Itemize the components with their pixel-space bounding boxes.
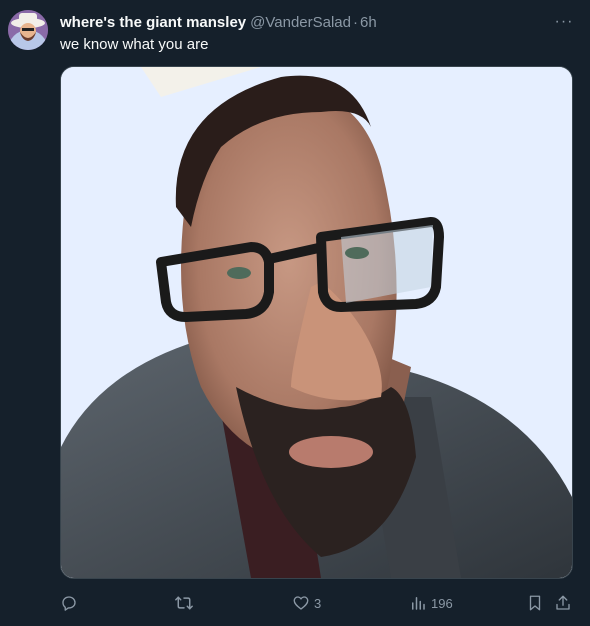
like-button[interactable]: 3 [292,590,321,616]
views-count: 196 [431,595,453,611]
media-image [61,67,572,578]
tweet-actions: 3 196 [60,590,575,616]
views-icon [412,597,425,610]
more-options-button[interactable]: ··· [552,12,576,32]
retweet-icon [175,596,193,610]
share-button[interactable] [554,590,572,616]
share-icon [556,595,570,610]
display-name[interactable]: where's the giant mansley [60,14,246,31]
tweet-media[interactable] [60,66,573,579]
heart-icon [293,596,309,610]
reply-button[interactable] [60,590,82,616]
tweet[interactable]: where's the giant mansley @VanderSalad ·… [0,0,590,626]
tweet-text: we know what you are [60,36,209,53]
timestamp[interactable]: 6h [360,14,377,31]
tweet-header: where's the giant mansley @VanderSalad ·… [60,12,377,32]
like-count: 3 [314,595,322,611]
avatar-image [8,10,48,50]
more-icon: ··· [554,13,574,30]
user-handle[interactable]: @VanderSalad [250,14,351,31]
retweet-button[interactable] [174,590,198,616]
views-button[interactable]: 196 [409,590,453,616]
separator-dot: · [353,13,358,31]
reply-icon [62,596,76,611]
bookmark-button[interactable] [526,590,544,616]
avatar[interactable] [8,10,48,50]
bookmark-icon [529,595,541,611]
